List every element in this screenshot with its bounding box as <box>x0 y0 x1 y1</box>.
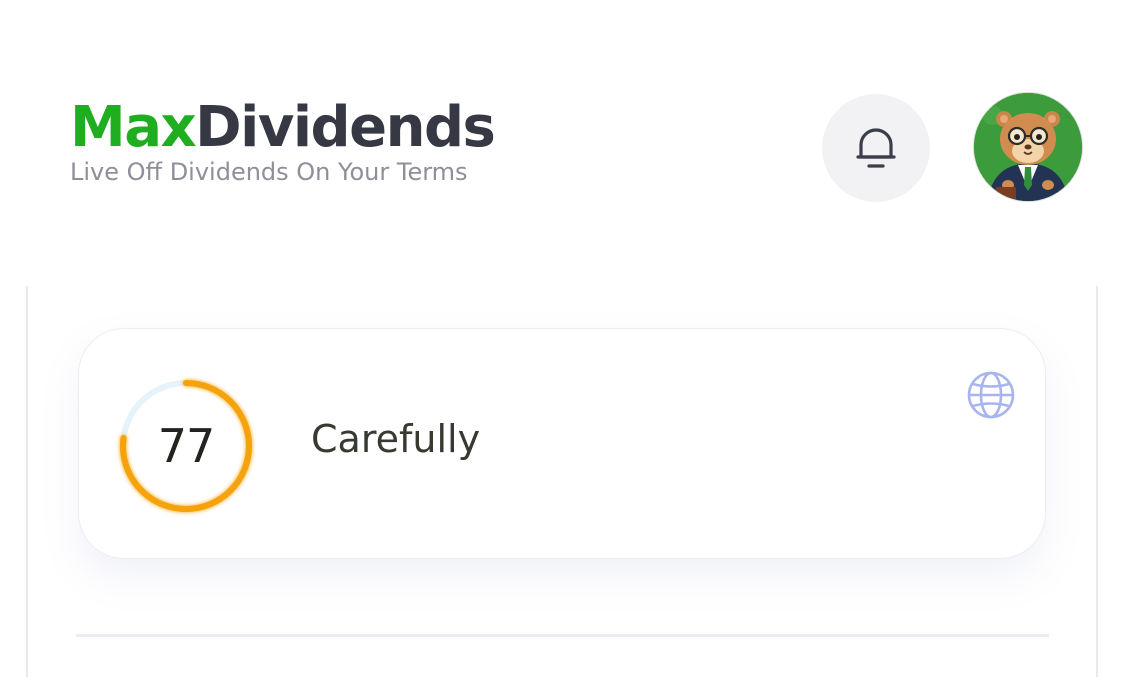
brand-name-max: Max <box>70 95 197 160</box>
hamster-avatar-icon <box>974 93 1082 201</box>
brand-tagline: Live Off Dividends On Your Terms <box>70 158 468 186</box>
globe-icon <box>967 371 1015 419</box>
score-label: Carefully <box>311 417 481 461</box>
score-value: 77 <box>157 419 216 473</box>
notifications-button[interactable] <box>822 94 930 202</box>
score-card[interactable]: 77 Carefully <box>78 328 1046 559</box>
bell-icon <box>856 128 896 168</box>
section-divider <box>76 634 1049 637</box>
globe-button[interactable] <box>965 369 1017 421</box>
brand-name: MaxDividends <box>70 95 496 160</box>
app-screen: MaxDividends Live Off Dividends On Your … <box>0 0 1125 677</box>
user-avatar[interactable] <box>974 93 1082 201</box>
brand-logo[interactable]: MaxDividends Live Off Dividends On Your … <box>70 95 496 187</box>
brand-name-dividends: Dividends <box>195 95 496 160</box>
app-header: MaxDividends Live Off Dividends On Your … <box>0 0 1125 286</box>
